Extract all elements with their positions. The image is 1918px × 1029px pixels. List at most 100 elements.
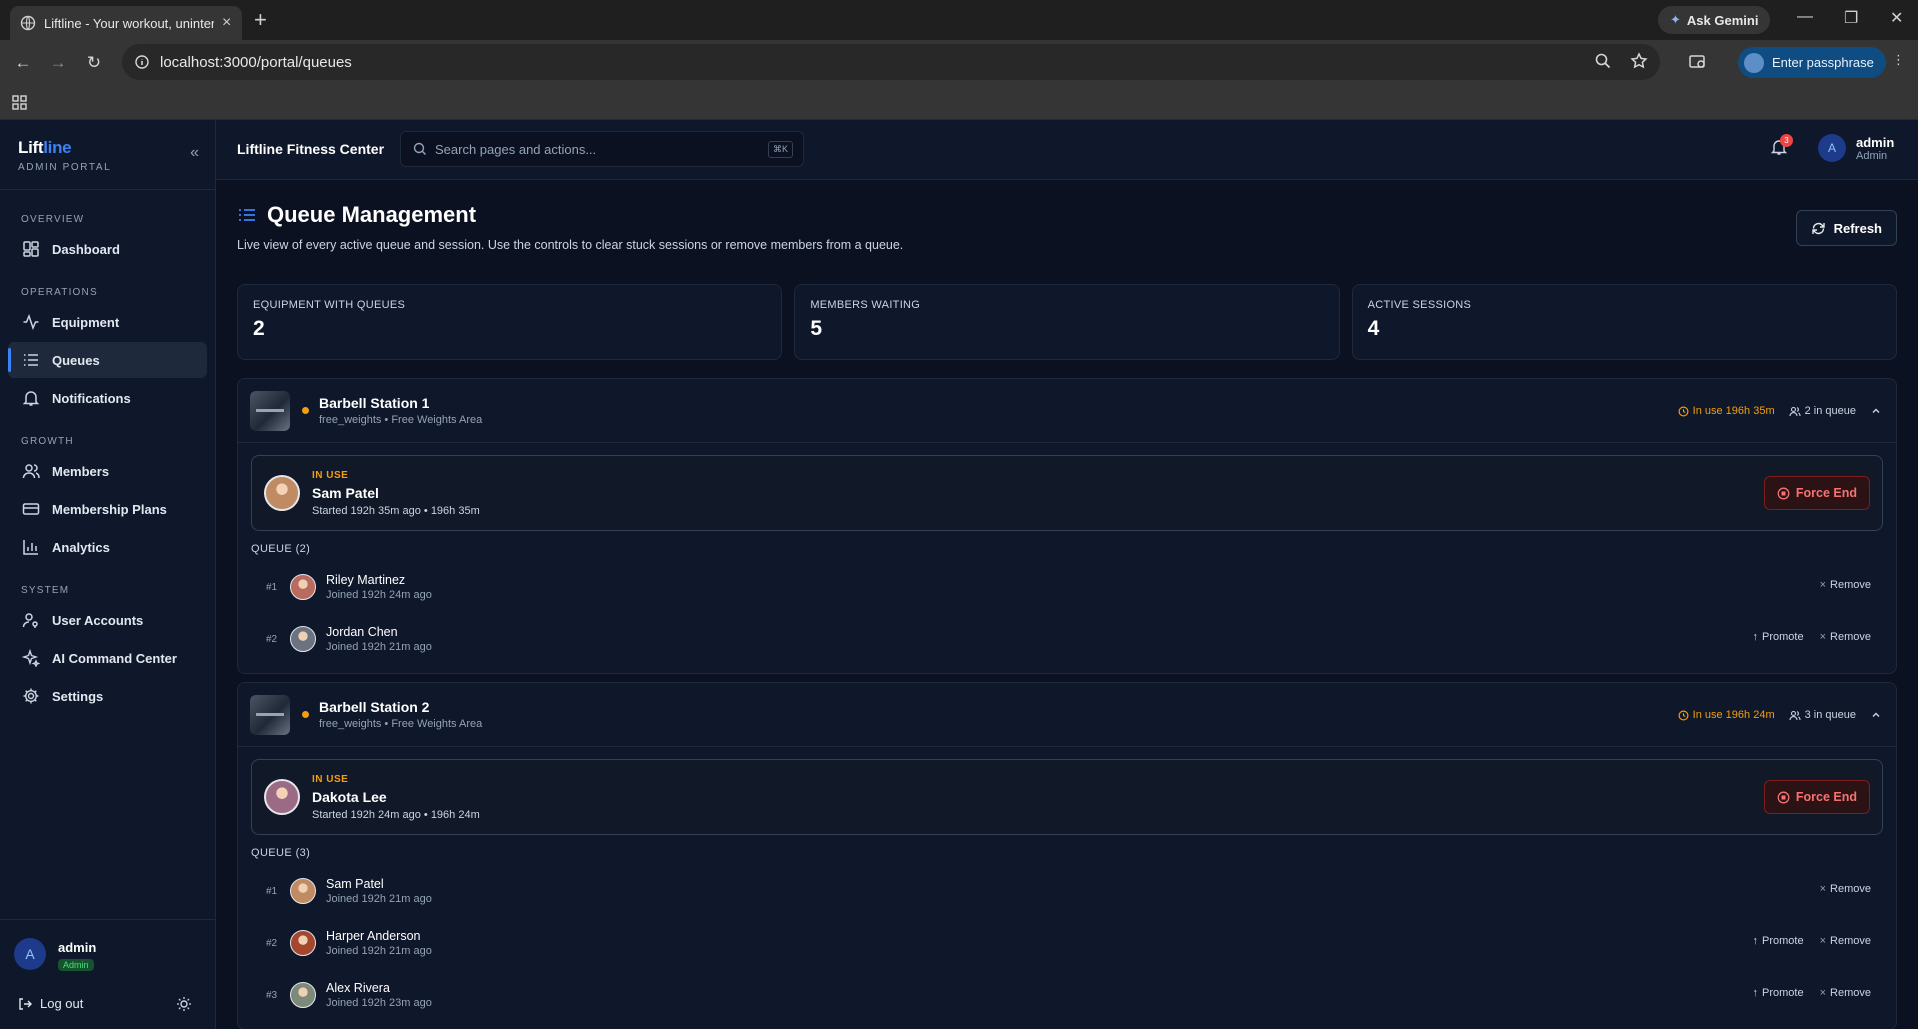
queue-count-label: 3 in queue	[1804, 709, 1856, 721]
restore-icon[interactable]: ❐	[1844, 8, 1858, 28]
promote-label: Promote	[1762, 935, 1804, 947]
stop-icon	[1777, 791, 1790, 804]
promote-button[interactable]: ↑ Promote	[1753, 935, 1804, 947]
sun-icon[interactable]	[176, 996, 192, 1012]
x-icon: ×	[1819, 935, 1827, 947]
search-input[interactable]: Search pages and actions... ⌘K	[400, 131, 804, 167]
avatar	[264, 475, 300, 511]
brand-logo[interactable]: Liftline	[18, 138, 197, 158]
remove-label: Remove	[1830, 631, 1871, 643]
remove-label: Remove	[1830, 935, 1871, 947]
reload-icon[interactable]: ↻	[81, 50, 107, 76]
browser-tab-strip: Liftline - Your workout, uninterrupted ×…	[0, 0, 1918, 40]
remove-button[interactable]: × Remove	[1820, 935, 1871, 947]
profile-icon	[1744, 52, 1764, 73]
sidebar-item-user-accounts[interactable]: User Accounts	[8, 602, 207, 638]
arrow-up-icon: ↑	[1752, 935, 1759, 947]
logout-label: Log out	[40, 996, 84, 1011]
session-status: IN USE	[312, 773, 349, 785]
queue-position: #2	[266, 937, 278, 949]
active-session: IN USE Dakota Lee Started 192h 24m ago • 1…	[251, 759, 1883, 835]
close-window-icon[interactable]: ✕	[1890, 8, 1903, 28]
nav-section-label: GROWTH	[21, 436, 74, 447]
sidebar-item-queues[interactable]: Queues	[8, 342, 207, 378]
active-session: IN USE Sam Patel Started 192h 35m ago • 19…	[251, 455, 1883, 531]
stat-value: 2	[253, 317, 265, 340]
sidebar-user[interactable]: A admin Admin	[14, 938, 96, 971]
address-bar[interactable]: localhost:3000/portal/queues	[122, 44, 1660, 80]
queue-position: #1	[266, 885, 278, 897]
search-icon	[413, 142, 427, 156]
close-tab-icon[interactable]: ×	[222, 15, 231, 31]
equipment-header[interactable]: Barbell Station 1 free_weights • Free Wei…	[238, 379, 1896, 443]
sidebar-item-label: Analytics	[52, 539, 110, 555]
sidebar-item-equipment[interactable]: Equipment	[8, 304, 207, 340]
new-tab-icon[interactable]: +	[254, 8, 267, 32]
force-end-button[interactable]: Force End	[1763, 476, 1870, 510]
tab-title: Liftline - Your workout, uninterrupted	[44, 15, 214, 31]
equipment-body: IN USE Dakota Lee Started 192h 24m ago • 1…	[238, 747, 1896, 1029]
avatar: A	[14, 938, 46, 970]
enter-passphrase-button[interactable]: Enter passphrase	[1738, 47, 1886, 78]
session-status: IN USE	[312, 469, 349, 481]
apps-grid-icon[interactable]	[12, 95, 27, 110]
remove-button[interactable]: × Remove	[1820, 579, 1871, 591]
remove-button[interactable]: × Remove	[1820, 883, 1871, 895]
collapse-sidebar-icon[interactable]: «	[190, 144, 199, 162]
browser-tab[interactable]: Liftline - Your workout, uninterrupted ×	[10, 6, 242, 40]
refresh-button[interactable]: Refresh	[1795, 210, 1897, 246]
tab-search-icon[interactable]	[1688, 52, 1708, 72]
sidebar-item-membership-plans[interactable]: Membership Plans	[8, 491, 207, 527]
promote-button[interactable]: ↑ Promote	[1753, 631, 1804, 643]
force-end-button[interactable]: Force End	[1763, 780, 1870, 814]
org-name: Liftline Fitness Center	[237, 141, 385, 157]
chevron-up-icon[interactable]	[1870, 405, 1882, 417]
browser-toolbar: ← → ↻ localhost:3000/portal/queues Enter…	[0, 40, 1918, 85]
remove-button[interactable]: × Remove	[1820, 631, 1871, 643]
remove-button[interactable]: × Remove	[1820, 987, 1871, 999]
remove-label: Remove	[1830, 987, 1871, 999]
stat-card-sessions: ACTIVE SESSIONS 4	[1351, 284, 1897, 360]
nav-section-label: OPERATIONS	[21, 287, 98, 298]
bookmark-star-icon[interactable]	[1630, 52, 1648, 70]
equipment-status: In use 196h 35m 2 in queue	[1678, 405, 1882, 417]
sidebar-item-dashboard[interactable]: Dashboard	[8, 231, 207, 267]
sidebar-item-ai-command-center[interactable]: AI Command Center	[8, 640, 207, 676]
back-icon[interactable]: ←	[10, 50, 36, 76]
avatar: A	[1818, 134, 1846, 162]
queue-count: 2 in queue	[1789, 405, 1856, 417]
queue-row: #1 Sam Patel Joined 192h 21m ago × Remove	[251, 865, 1883, 917]
passphrase-label: Enter passphrase	[1772, 55, 1874, 70]
role-badge: Admin	[58, 959, 94, 971]
chevron-up-icon[interactable]	[1870, 709, 1882, 721]
brand: Liftline ADMIN PORTAL «	[0, 120, 215, 190]
queue-row: #3 Alex Rivera Joined 192h 23m ago ↑ Promote…	[251, 969, 1883, 1021]
queue-actions: ↑ Promote × Remove	[1753, 935, 1871, 947]
user-menu[interactable]: A admin Admin	[1818, 134, 1894, 162]
sidebar-item-analytics[interactable]: Analytics	[8, 529, 207, 565]
queue-member-info: Harper Anderson Joined 192h 21m ago	[326, 929, 432, 957]
sidebar-item-settings[interactable]: Settings	[8, 678, 207, 714]
sidebar-item-notifications[interactable]: Notifications	[8, 380, 207, 416]
queue-position: #3	[266, 989, 278, 1001]
kebab-menu-icon[interactable]: ⋮	[1892, 52, 1905, 68]
queue-row: #2 Harper Anderson Joined 192h 21m ago ↑ Pro…	[251, 917, 1883, 969]
forward-icon[interactable]: →	[45, 50, 71, 76]
ask-gemini-button[interactable]: ✦ Ask Gemini	[1658, 6, 1771, 34]
site-info-icon[interactable]	[134, 54, 150, 70]
equipment-body: IN USE Sam Patel Started 192h 35m ago • 19…	[238, 443, 1896, 673]
queue-count: 3 in queue	[1789, 709, 1856, 721]
logout-button[interactable]: Log out	[18, 996, 83, 1011]
sparkles-icon	[22, 649, 40, 667]
x-icon: ×	[1819, 579, 1827, 591]
equipment-status: In use 196h 24m 3 in queue	[1678, 709, 1882, 721]
queue-joined-time: Joined 192h 21m ago	[326, 893, 432, 905]
equipment-header[interactable]: Barbell Station 2 free_weights • Free Wei…	[238, 683, 1896, 747]
remove-label: Remove	[1830, 883, 1871, 895]
zoom-icon[interactable]	[1594, 52, 1612, 70]
sidebar-item-members[interactable]: Members	[8, 453, 207, 489]
force-end-label: Force End	[1795, 790, 1857, 804]
promote-button[interactable]: ↑ Promote	[1753, 987, 1804, 999]
minimize-icon[interactable]: —	[1797, 8, 1813, 26]
bar-chart-icon	[22, 538, 40, 556]
